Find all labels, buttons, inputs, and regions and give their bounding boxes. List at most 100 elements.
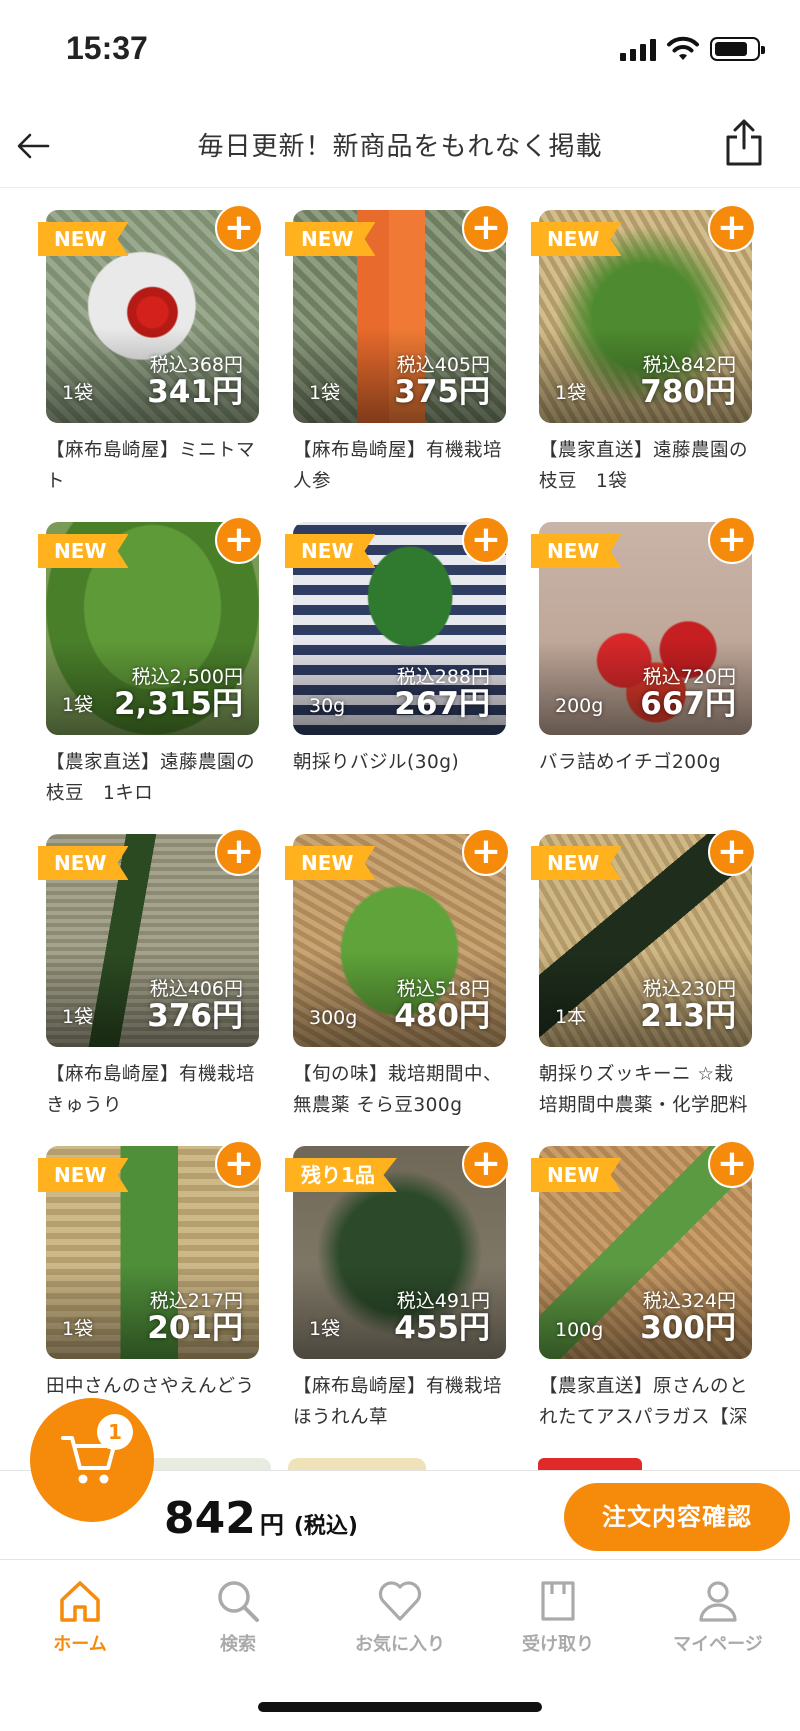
status-bar: 15:37 [0, 0, 800, 100]
tab-mypage-label: マイページ [673, 1634, 763, 1655]
tab-pickup[interactable]: 受け取り [488, 1560, 628, 1656]
product-price: 201円 [147, 1310, 243, 1346]
product-badge: NEW [531, 222, 622, 256]
product-quantity: 30g [309, 695, 346, 717]
nav-header: 毎日更新！新商品をもれなく掲載 [0, 100, 800, 188]
product-price: 376円 [147, 998, 243, 1034]
product-card[interactable]: 税込288円 30g 267円 NEW + 朝採りバジル(30g) [285, 516, 510, 809]
product-quantity: 300g [309, 1007, 358, 1029]
cart-tax-note: (税込) [293, 1514, 358, 1539]
share-icon[interactable] [722, 118, 766, 168]
add-to-cart-button[interactable]: + [462, 828, 510, 876]
product-badge: NEW [285, 222, 376, 256]
product-card[interactable]: 税込230円 1本 213円 NEW + 朝採りズッキーニ ☆栽培期間中農薬・化学肥料 [531, 828, 756, 1121]
product-name[interactable]: 【旬の味】栽培期間中、無農薬 そら豆300g [293, 1059, 506, 1121]
product-card[interactable]: 税込217円 1袋 201円 NEW + 田中さんのさやえんどう [38, 1140, 263, 1433]
product-quantity: 1本 [555, 1006, 587, 1028]
heart-icon [378, 1581, 422, 1621]
product-price: 667円 [640, 686, 736, 722]
tab-search[interactable]: 検索 [168, 1560, 308, 1656]
product-quantity: 1袋 [62, 1006, 94, 1028]
product-badge: 残り1品 [285, 1158, 397, 1192]
product-quantity: 1袋 [555, 382, 587, 404]
product-name[interactable]: 【麻布島崎屋】有機栽培きゅうり [46, 1059, 259, 1121]
product-card[interactable]: 税込518円 300g 480円 NEW + 【旬の味】栽培期間中、無農薬 そら豆300g [285, 828, 510, 1121]
product-name[interactable]: 【麻布島崎屋】ミニトマト [46, 435, 259, 497]
battery-icon [710, 37, 765, 61]
add-to-cart-button[interactable]: + [215, 828, 263, 876]
tab-home-label: ホーム [53, 1634, 107, 1655]
product-price: 455円 [394, 1310, 490, 1346]
tab-favorites-label: お気に入り [355, 1634, 445, 1655]
product-quantity: 200g [555, 695, 604, 717]
product-quantity: 1袋 [309, 382, 341, 404]
tab-search-label: 検索 [220, 1634, 256, 1655]
product-name[interactable]: 【麻布島崎屋】有機栽培人参 [293, 435, 506, 497]
status-time: 15:37 [66, 30, 148, 66]
bag-icon [541, 1581, 575, 1621]
product-name[interactable]: 【麻布島崎屋】有機栽培ほうれん草 [293, 1371, 506, 1433]
home-icon [60, 1581, 100, 1622]
add-to-cart-button[interactable]: + [462, 516, 510, 564]
status-icons [620, 36, 765, 62]
tab-favorites[interactable]: お気に入り [330, 1560, 470, 1656]
product-badge: NEW [38, 846, 129, 880]
product-price: 780円 [640, 374, 736, 410]
product-price: 213円 [640, 998, 736, 1034]
add-to-cart-button[interactable]: + [462, 204, 510, 252]
product-name[interactable]: バラ詰めイチゴ200g [539, 747, 752, 809]
cart-total-amount: 842 [164, 1493, 256, 1544]
add-to-cart-button[interactable]: + [462, 1140, 510, 1188]
add-to-cart-button[interactable]: + [708, 828, 756, 876]
product-price: 300円 [640, 1310, 736, 1346]
product-name[interactable]: 【農家直送】遠藤農園の枝豆 1袋 [539, 435, 752, 497]
add-to-cart-button[interactable]: + [215, 516, 263, 564]
product-badge: NEW [285, 534, 376, 568]
product-badge: NEW [531, 846, 622, 880]
product-badge: NEW [38, 1158, 129, 1192]
product-badge: NEW [531, 1158, 622, 1192]
cellular-signal-icon [620, 37, 656, 61]
product-quantity: 1袋 [62, 694, 94, 716]
product-name[interactable]: 朝採りバジル(30g) [293, 747, 506, 809]
cart-count-badge: 1 [97, 1414, 133, 1450]
add-to-cart-button[interactable]: + [708, 516, 756, 564]
add-to-cart-button[interactable]: + [708, 1140, 756, 1188]
product-name[interactable]: 朝採りズッキーニ ☆栽培期間中農薬・化学肥料 [539, 1059, 752, 1121]
tab-pickup-label: 受け取り [522, 1634, 594, 1655]
add-to-cart-button[interactable]: + [215, 204, 263, 252]
person-icon [699, 1581, 737, 1622]
product-card[interactable]: 税込2,500円 1袋 2,315円 NEW + 【農家直送】遠藤農園の枝豆 1キロ [38, 516, 263, 809]
product-name[interactable]: 【農家直送】原さんのとれたてアスパラガス【深 [539, 1371, 752, 1433]
product-card[interactable]: 税込406円 1袋 376円 NEW + 【麻布島崎屋】有機栽培きゅうり [38, 828, 263, 1121]
product-badge: NEW [285, 846, 376, 880]
product-card[interactable]: 税込324円 100g 300円 NEW + 【農家直送】原さんのとれたてアスパラガス【深 [531, 1140, 756, 1433]
product-badge: NEW [38, 534, 129, 568]
cart-button[interactable]: 1 [30, 1398, 154, 1522]
product-name[interactable]: 【農家直送】遠藤農園の枝豆 1キロ [46, 747, 259, 809]
product-quantity: 1袋 [62, 382, 94, 404]
product-price: 2,315円 [113, 686, 243, 722]
product-badge: NEW [38, 222, 129, 256]
app-screen: 15:37 毎日更新！新商品をもれなく掲載 税込368円 1袋 341円 NEW + 【麻… [0, 0, 800, 1731]
product-quantity: 100g [555, 1319, 604, 1341]
cart-total-unit: 円 [259, 1511, 284, 1539]
product-card[interactable]: 税込368円 1袋 341円 NEW + 【麻布島崎屋】ミニトマト [38, 204, 263, 497]
product-quantity: 1袋 [309, 1318, 341, 1340]
page-title: 毎日更新！新商品をもれなく掲載 [197, 132, 603, 162]
product-card[interactable]: 税込491円 1袋 455円 残り1品 + 【麻布島崎屋】有機栽培ほうれん草 [285, 1140, 510, 1433]
search-icon [218, 1581, 259, 1622]
tab-home[interactable]: ホーム [10, 1560, 150, 1656]
home-indicator [258, 1702, 542, 1712]
product-card[interactable]: 税込405円 1袋 375円 NEW + 【麻布島崎屋】有機栽培人参 [285, 204, 510, 497]
wifi-icon [667, 36, 699, 60]
product-price: 341円 [147, 374, 243, 410]
product-card[interactable]: 税込720円 200g 667円 NEW + バラ詰めイチゴ200g [531, 516, 756, 809]
add-to-cart-button[interactable]: + [708, 204, 756, 252]
order-confirm-button[interactable]: 注文内容確認 [564, 1483, 790, 1551]
tab-mypage[interactable]: マイページ [648, 1560, 788, 1656]
add-to-cart-button[interactable]: + [215, 1140, 263, 1188]
product-card[interactable]: 税込842円 1袋 780円 NEW + 【農家直送】遠藤農園の枝豆 1袋 [531, 204, 756, 497]
product-price: 267円 [394, 686, 490, 722]
cart-total: 842 円 (税込) [164, 1493, 358, 1544]
